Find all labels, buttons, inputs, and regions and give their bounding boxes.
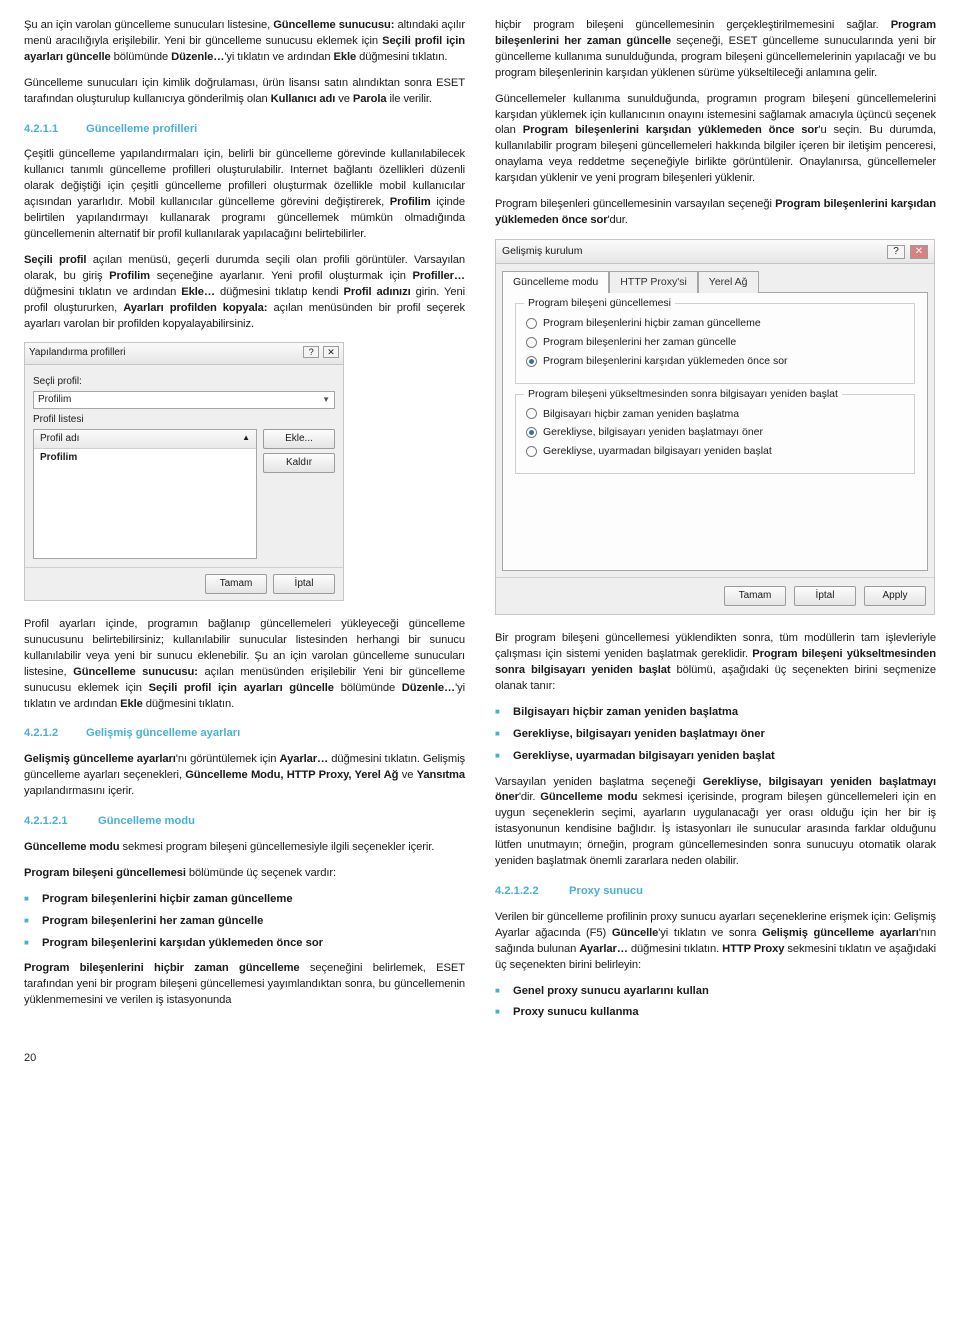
profile-listbox[interactable]: Profil adı▲ Profilim [33,429,257,559]
option-list: Genel proxy sunucu ayarlarını kullan Pro… [495,984,936,1022]
para: Çeşitli güncelleme yapılandırmaları için… [24,147,465,242]
para: Program bileşenlerini hiçbir zaman günce… [24,961,465,1009]
close-icon[interactable]: ✕ [323,346,339,358]
radio-ask-before[interactable]: Program bileşenlerini karşıdan yüklemede… [526,354,904,369]
remove-button[interactable]: Kaldır [263,453,335,473]
label-selected-profile: Seçli profil: [33,375,335,389]
right-column: hiçbir program bileşeni güncellemesinin … [495,18,936,1031]
option-list: Program bileşenlerini hiçbir zaman günce… [24,892,465,952]
sort-icon: ▲ [242,432,250,446]
list-item: Bilgisayarı hiçbir zaman yeniden başlatm… [495,705,936,721]
dialog-title: Yapılandırma profilleri [29,346,126,360]
para: Program bileşeni güncellemesi bölümünde … [24,866,465,882]
tab-http-proxy[interactable]: HTTP Proxy'si [609,271,698,293]
para: Güncelleme modu sekmesi program bileşeni… [24,840,465,856]
chevron-down-icon: ▼ [322,394,330,405]
list-item: Program bileşenlerini hiçbir zaman günce… [24,892,465,908]
list-item: Program bileşenlerini karşıdan yüklemede… [24,936,465,952]
option-list: Bilgisayarı hiçbir zaman yeniden başlatm… [495,705,936,765]
tab-lan[interactable]: Yerel Ağ [698,271,759,293]
cancel-button[interactable]: İptal [273,574,335,594]
heading-4211: 4.2.1.1Güncelleme profilleri [24,122,465,138]
group-restart: Program bileşeni yükseltmesinden sonra b… [515,394,915,475]
heading-42122: 4.2.1.2.2Proxy sunucu [495,884,936,900]
list-item: Genel proxy sunucu ayarlarını kullan [495,984,936,1000]
list-item: Program bileşenlerini her zaman güncelle [24,914,465,930]
window-controls: ? ✕ [302,346,339,360]
list-item[interactable]: Profilim [34,449,256,467]
para: Bir program bileşeni güncellemesi yüklen… [495,631,936,695]
para: Güncellemeler kullanıma sunulduğunda, pr… [495,92,936,187]
ok-button[interactable]: Tamam [205,574,267,594]
window-controls: ? ✕ [885,244,928,259]
para: Profil ayarları içinde, programın bağlan… [24,617,465,712]
para: Verilen bir güncelleme profilinin proxy … [495,910,936,974]
page-number: 20 [24,1051,936,1067]
help-icon[interactable]: ? [887,245,905,259]
list-item: Proxy sunucu kullanma [495,1005,936,1021]
dialog-advanced-setup: Gelişmiş kurulum ? ✕ Güncelleme modu HTT… [495,239,935,615]
label-profile-list: Profil listesi [33,413,335,427]
radio-never-update[interactable]: Program bileşenlerini hiçbir zaman günce… [526,316,904,331]
dialog-profiles: Yapılandırma profilleri ? ✕ Seçli profil… [24,342,344,601]
close-icon[interactable]: ✕ [910,245,928,259]
heading-4212: 4.2.1.2Gelişmiş güncelleme ayarları [24,726,465,742]
para: Varsayılan yeniden başlatma seçeneği Ger… [495,775,936,870]
select-profile[interactable]: Profilim▼ [33,391,335,409]
ok-button[interactable]: Tamam [724,586,786,606]
help-icon[interactable]: ? [303,346,319,358]
heading-42121: 4.2.1.2.1Güncelleme modu [24,814,465,830]
cancel-button[interactable]: İptal [794,586,856,606]
para: Seçili profil açılan menüsü, geçerli dur… [24,253,465,333]
radio-never-restart[interactable]: Bilgisayarı hiçbir zaman yeniden başlatm… [526,407,904,422]
tab-update-mode[interactable]: Güncelleme modu [502,271,609,293]
radio-offer-restart[interactable]: Gerekliyse, bilgisayarı yeniden başlatma… [526,425,904,440]
list-item: Gerekliyse, bilgisayarı yeniden başlatma… [495,727,936,743]
para: Program bileşenleri güncellemesinin vars… [495,197,936,229]
para: Gelişmiş güncelleme ayarları'nı görüntül… [24,752,465,800]
list-item: Gerekliyse, uyarmadan bilgisayarı yenide… [495,749,936,765]
dialog-title: Gelişmiş kurulum [502,244,583,259]
para: hiçbir program bileşeni güncellemesinin … [495,18,936,82]
radio-force-restart[interactable]: Gerekliyse, uyarmadan bilgisayarı yenide… [526,444,904,459]
para: Şu an için varolan güncelleme sunucuları… [24,18,465,66]
add-button[interactable]: Ekle... [263,429,335,449]
apply-button[interactable]: Apply [864,586,926,606]
radio-always-update[interactable]: Program bileşenlerini her zaman güncelle [526,335,904,350]
left-column: Şu an için varolan güncelleme sunucuları… [24,18,465,1031]
group-component-update: Program bileşeni güncellemesi Program bi… [515,303,915,384]
para: Güncelleme sunucuları için kimlik doğrul… [24,76,465,108]
